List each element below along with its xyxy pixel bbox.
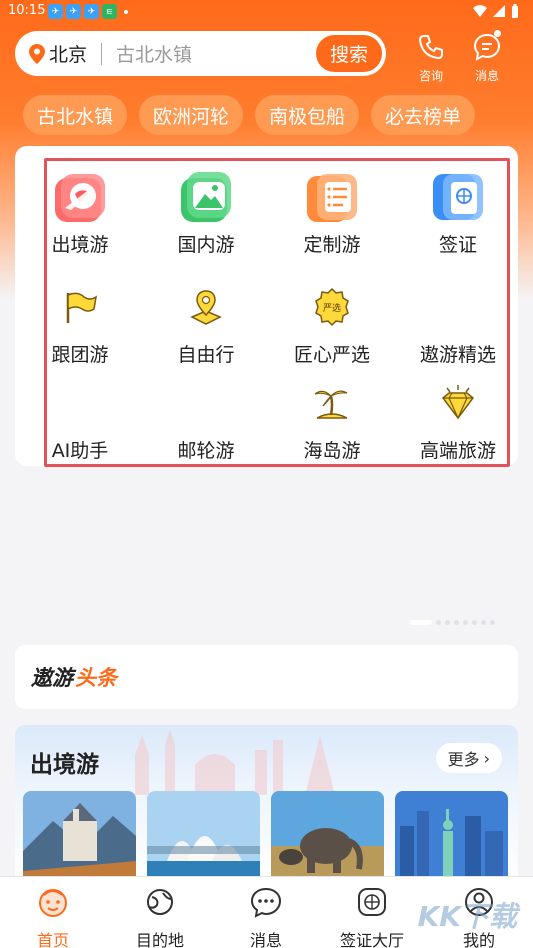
landmark-silhouette-graphic: [135, 729, 335, 795]
headline-logo-part2: 头条: [75, 666, 117, 690]
status-indicators: [473, 4, 519, 18]
pager-dot: [472, 620, 477, 625]
quick-tag[interactable]: 南极包船: [255, 95, 360, 135]
outbound-section: 出境游 更多 ›: [15, 725, 518, 885]
quick-tag[interactable]: 古北水镇: [23, 95, 128, 135]
more-button[interactable]: 更多 ›: [435, 743, 502, 773]
quick-tag[interactable]: 必去榜单: [371, 95, 476, 135]
planet-icon: [147, 889, 173, 915]
nav-home[interactable]: 首页: [8, 885, 98, 948]
chevron-right-icon: ›: [483, 748, 490, 768]
pager-dot: [445, 620, 450, 625]
status-bar: 10:15 ✈ ✈ ✈ ㅌ: [0, 0, 533, 24]
battery-icon: [512, 4, 518, 18]
pager-dot: [490, 620, 495, 625]
message-label: 消息: [474, 69, 499, 83]
quick-tag[interactable]: 欧洲河轮: [139, 95, 244, 135]
pager-dot: [463, 620, 468, 625]
watermark: KK下载: [417, 900, 517, 933]
status-time: 10:15: [8, 3, 46, 18]
signal-icon: [493, 5, 505, 17]
search-bar[interactable]: 北京 古北水镇 搜索: [15, 31, 386, 76]
destination-thumbnail-elephants[interactable]: [271, 791, 384, 885]
headline-logo-part1: 遨游: [31, 666, 73, 690]
status-app-icon: ✈: [66, 4, 81, 19]
notification-dot: [494, 30, 501, 37]
globe-icon: [358, 888, 386, 916]
consult-button[interactable]: 咨询: [409, 32, 453, 84]
status-app-icon: ㅌ: [102, 4, 117, 19]
home-face-icon: [39, 889, 67, 917]
city-selector[interactable]: 北京: [49, 40, 87, 67]
phone-icon: [418, 35, 443, 60]
highlight-frame: [44, 158, 510, 467]
search-button[interactable]: 搜索: [316, 35, 382, 72]
destination-thumbnail-castle[interactable]: [23, 791, 136, 885]
quick-tags: 古北水镇 欧洲河轮 南极包船 必去榜单: [23, 95, 476, 135]
status-app-icon: ✈: [48, 4, 63, 19]
location-pin-icon: [29, 43, 45, 64]
consult-label: 咨询: [418, 69, 443, 83]
banner-pager: [410, 620, 495, 625]
wifi-icon: [473, 5, 487, 17]
status-app-icons: ✈ ✈ ✈ ㅌ: [48, 4, 128, 19]
destination-thumbnail-new-york[interactable]: [395, 791, 508, 885]
section-title: 出境游: [30, 752, 99, 778]
nav-label: 首页: [36, 931, 69, 948]
pager-dot-active: [410, 620, 432, 625]
nav-visa-hall[interactable]: 签证大厅: [327, 885, 417, 948]
nav-label: 目的地: [135, 931, 184, 948]
pager-dot: [481, 620, 486, 625]
chat-dots-icon: [250, 887, 282, 918]
headline-banner[interactable]: 遨游 头条: [15, 645, 518, 709]
nav-label: 签证大厅: [339, 931, 404, 948]
search-divider: [101, 42, 103, 65]
message-button[interactable]: 消息: [465, 30, 509, 84]
nav-destination[interactable]: 目的地: [115, 885, 205, 948]
status-dot: [124, 10, 128, 14]
nav-messages[interactable]: 消息: [221, 885, 311, 948]
destination-thumbnail-opera-house[interactable]: [147, 791, 260, 885]
pager-dot: [436, 620, 441, 625]
status-app-icon: ✈: [84, 4, 99, 19]
more-label: 更多: [447, 750, 480, 769]
pager-dot: [454, 620, 459, 625]
nav-label: 消息: [249, 931, 282, 948]
